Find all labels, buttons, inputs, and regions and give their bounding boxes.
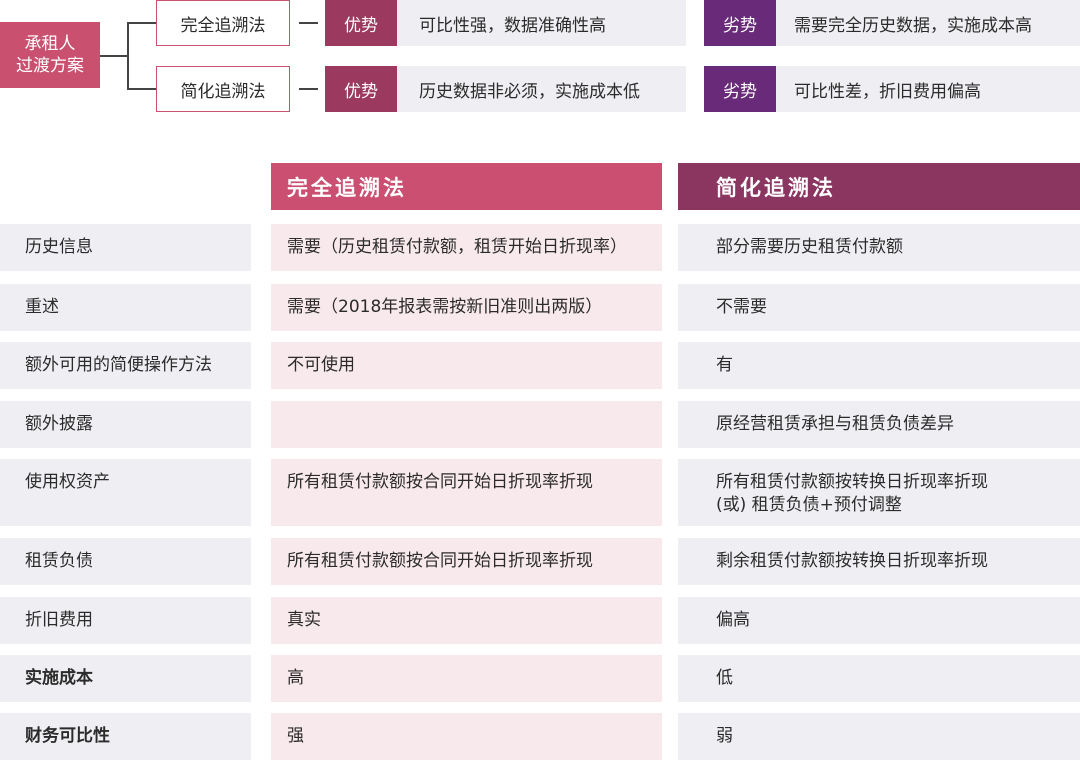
- root-label-line1: 承租人: [24, 34, 76, 54]
- cell-simplified-retrospective: 弱: [678, 713, 1080, 760]
- cell-text: 需要（历史租赁付款额，租赁开始日折现率）: [287, 237, 627, 257]
- cell-text: 需要（2018年报表需按新旧准则出两版）: [287, 297, 603, 317]
- disadvantage-tag: 劣势: [704, 0, 776, 46]
- cell-simplified-retrospective: 剩余租赁付款额按转换日折现率折现: [678, 538, 1080, 585]
- disadvantage-text-box: 可比性差，折旧费用偏高: [776, 66, 1080, 112]
- cell-text: 剩余租赁付款额按转换日折现率折现: [716, 551, 988, 571]
- disadvantage-tag: 劣势: [704, 66, 776, 112]
- root-label-line2: 过渡方案: [16, 56, 84, 76]
- connector-branch-1: [127, 22, 156, 24]
- cell-full-retrospective: 所有租赁付款额按合同开始日折现率折现: [271, 538, 662, 585]
- cell-text: 弱: [716, 726, 733, 746]
- disadvantage-text-box: 需要完全历史数据，实施成本高: [776, 0, 1080, 46]
- advantage-text: 可比性强，数据准确性高: [419, 15, 606, 36]
- advantage-tag-label: 优势: [344, 81, 378, 102]
- cell-text: 所有租赁付款额按合同开始日折现率折现: [287, 551, 593, 571]
- cell-full-retrospective: 高: [271, 655, 662, 702]
- row-label: 折旧费用: [0, 597, 251, 644]
- method-label: 完全追溯法: [180, 15, 266, 36]
- cell-full-retrospective: 真实: [271, 597, 662, 644]
- column-header-label: 完全追溯法: [287, 175, 407, 200]
- connector-root-stem: [100, 55, 128, 57]
- cell-text: 原经营租赁承担与租赁负债差异: [716, 414, 954, 434]
- disadvantage-tag-label: 劣势: [723, 81, 757, 102]
- method-label: 简化追溯法: [180, 81, 266, 102]
- connector-branch-2: [127, 88, 156, 90]
- table-row: 财务可比性 强 弱: [0, 713, 1080, 760]
- disadvantage-text: 需要完全历史数据，实施成本高: [794, 15, 1032, 36]
- row-label: 实施成本: [0, 655, 251, 702]
- cell-text: (或) 租赁负债+预付调整: [716, 495, 902, 515]
- cell-text: 强: [287, 726, 304, 746]
- cell-text: 高: [287, 668, 304, 688]
- cell-text: 不可使用: [287, 355, 355, 375]
- column-header-simplified-retrospective: 简化追溯法: [678, 163, 1080, 210]
- advantage-tag: 优势: [325, 66, 397, 112]
- cell-full-retrospective: 强: [271, 713, 662, 760]
- row-label: 历史信息: [0, 224, 251, 271]
- row-label: 使用权资产: [0, 459, 251, 526]
- cell-text: 所有租赁付款额按转换日折现率折现: [716, 472, 988, 492]
- table-row: 重述 需要（2018年报表需按新旧准则出两版） 不需要: [0, 284, 1080, 331]
- cell-simplified-retrospective: 所有租赁付款额按转换日折现率折现 (或) 租赁负债+预付调整: [678, 459, 1080, 526]
- table-row: 实施成本 高 低: [0, 655, 1080, 702]
- cell-simplified-retrospective: 原经营租赁承担与租赁负债差异: [678, 401, 1080, 448]
- disadvantage-tag-label: 劣势: [723, 15, 757, 36]
- cell-full-retrospective: 不可使用: [271, 342, 662, 389]
- connector-trunk: [127, 22, 129, 89]
- row-label: 重述: [0, 284, 251, 331]
- table-row: 折旧费用 真实 偏高: [0, 597, 1080, 644]
- disadvantage-text: 可比性差，折旧费用偏高: [794, 81, 981, 102]
- root-node: 承租人 过渡方案: [0, 22, 100, 88]
- method-node-simplified-retrospective: 简化追溯法: [156, 66, 290, 112]
- cell-simplified-retrospective: 有: [678, 342, 1080, 389]
- connector-method-2-tag: [299, 88, 318, 90]
- cell-text: 有: [716, 355, 733, 375]
- cell-full-retrospective: 所有租赁付款额按合同开始日折现率折现: [271, 459, 662, 526]
- row-label: 租赁负债: [0, 538, 251, 585]
- advantage-text: 历史数据非必须，实施成本低: [419, 81, 640, 102]
- column-header-label: 简化追溯法: [716, 175, 836, 200]
- advantage-text-box: 可比性强，数据准确性高: [397, 0, 686, 46]
- table-row: 额外可用的简便操作方法 不可使用 有: [0, 342, 1080, 389]
- connector-method-1-tag: [299, 22, 318, 24]
- row-label: 财务可比性: [0, 713, 251, 760]
- table-row: 使用权资产 所有租赁付款额按合同开始日折现率折现 所有租赁付款额按转换日折现率折现 (…: [0, 459, 1080, 526]
- advantage-text-box: 历史数据非必须，实施成本低: [397, 66, 686, 112]
- cell-text: 部分需要历史租赁付款额: [716, 237, 903, 257]
- row-label: 额外披露: [0, 401, 251, 448]
- cell-text: 低: [716, 668, 733, 688]
- cell-simplified-retrospective: 偏高: [678, 597, 1080, 644]
- cell-text: 所有租赁付款额按合同开始日折现率折现: [287, 472, 593, 492]
- cell-full-retrospective: [271, 401, 662, 448]
- row-label: 额外可用的简便操作方法: [0, 342, 251, 389]
- cell-simplified-retrospective: 不需要: [678, 284, 1080, 331]
- column-header-full-retrospective: 完全追溯法: [271, 163, 662, 210]
- method-node-full-retrospective: 完全追溯法: [156, 0, 290, 46]
- cell-full-retrospective: 需要（历史租赁付款额，租赁开始日折现率）: [271, 224, 662, 271]
- advantage-tag: 优势: [325, 0, 397, 46]
- cell-text: 真实: [287, 610, 321, 630]
- table-row: 历史信息 需要（历史租赁付款额，租赁开始日折现率） 部分需要历史租赁付款额: [0, 224, 1080, 271]
- cell-simplified-retrospective: 低: [678, 655, 1080, 702]
- advantage-tag-label: 优势: [344, 15, 378, 36]
- table-row: 额外披露 原经营租赁承担与租赁负债差异: [0, 401, 1080, 448]
- cell-text: 偏高: [716, 610, 750, 630]
- cell-text: 不需要: [716, 297, 767, 317]
- cell-full-retrospective: 需要（2018年报表需按新旧准则出两版）: [271, 284, 662, 331]
- cell-simplified-retrospective: 部分需要历史租赁付款额: [678, 224, 1080, 271]
- table-row: 租赁负债 所有租赁付款额按合同开始日折现率折现 剩余租赁付款额按转换日折现率折现: [0, 538, 1080, 585]
